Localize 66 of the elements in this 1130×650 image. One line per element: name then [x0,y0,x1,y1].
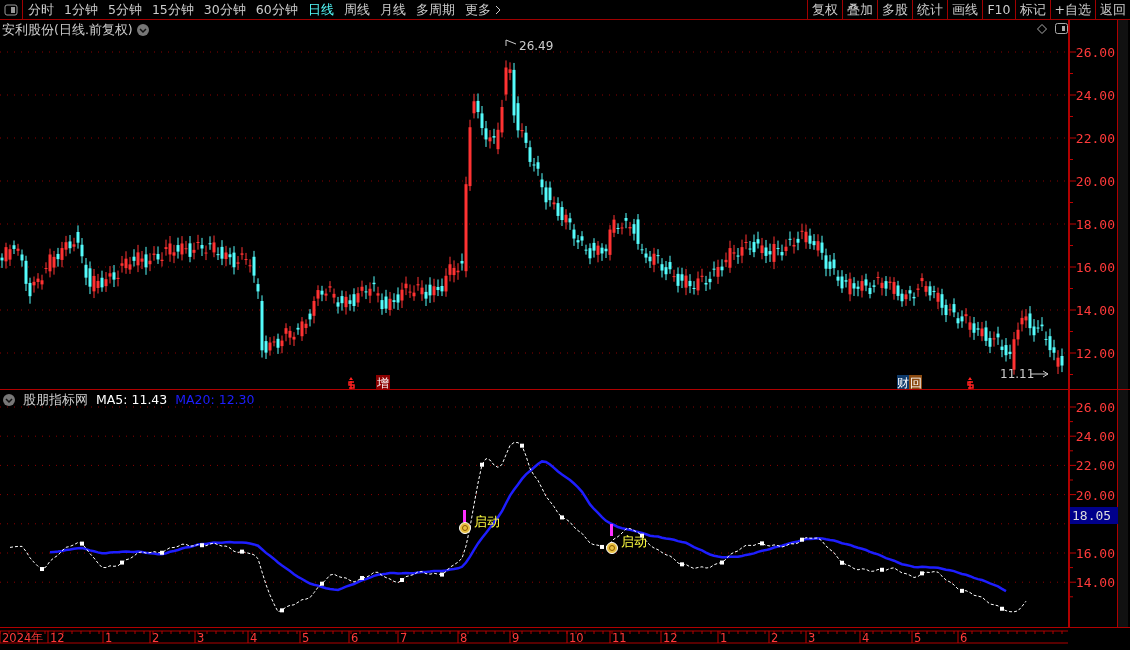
ma5-value: MA5: 11.43 [96,392,168,408]
date-axis-label: 7 [400,631,408,645]
period-tab[interactable]: 日线 [302,0,339,19]
date-axis-label: 4 [862,631,870,645]
price-axis-label: 20.00 [1075,487,1115,503]
chevron-icon[interactable] [494,4,501,15]
date-axis-label: 11 [612,631,627,645]
dropdown-icon[interactable] [136,24,149,36]
date-axis-label: 5 [914,631,922,645]
date-axis-label: 1 [720,631,728,645]
price-axis-label: 14.00 [1075,303,1115,318]
period-tab[interactable]: 60分钟 [250,0,303,19]
high-price-label: 26.49 [505,39,554,53]
date-axis-label: 9 [512,631,520,645]
date-axis-label: 1 [105,631,113,645]
date-axis-label: 4 [250,631,258,645]
date-axis-label: 10 [569,631,584,645]
sidebar-toggle-icon[interactable] [4,3,18,16]
price-axis-label: 14.00 [1075,575,1115,591]
price-axis-label: 22.00 [1075,131,1115,146]
price-axis-label: 26.00 [1075,45,1115,60]
date-axis-label: 8 [460,631,468,645]
period-tab[interactable]: 月线 [374,0,411,19]
date-axis-label: 2024年 [2,631,44,645]
indicator-name: 股朋指标网 [23,392,88,408]
price-axis-label: 12.00 [1075,346,1115,361]
date-axis-label: 12 [663,631,678,645]
date-axis-label: 6 [351,631,359,645]
date-axis-label: 6 [960,631,968,645]
price-axis-label: 26.00 [1075,400,1115,415]
chart-title: 安利股份(日线.前复权) [2,22,133,38]
period-tab[interactable]: 多周期 [410,0,460,19]
collapse-icon[interactable] [3,394,15,406]
diamond-icon[interactable] [1037,23,1047,34]
event-tag[interactable]: 增 [376,375,390,389]
date-axis-label: 2 [771,631,779,645]
period-tab[interactable]: 30分钟 [198,0,251,19]
current-value-label: 18.05 [1070,507,1118,524]
price-axis-label: 24.00 [1075,429,1115,445]
price-axis-label: 18.00 [1075,217,1115,232]
price-axis-label: 16.00 [1075,546,1115,561]
period-tab[interactable]: 15分钟 [146,0,199,19]
date-axis-label: 12 [50,631,65,645]
ma20-value: MA20: 12.30 [175,392,255,408]
date-axis-label: 5 [302,631,310,645]
period-tab[interactable]: 5分钟 [102,0,147,19]
price-axis-label: 24.00 [1075,88,1115,103]
date-axis-label: 3 [197,631,205,645]
dollar-icon[interactable] [348,377,355,389]
date-axis-label: 3 [808,631,816,645]
coin-icon [606,542,618,554]
signal-label: 启动 [621,534,647,549]
low-price-label: 11.11 [1000,367,1049,381]
period-tab[interactable]: 周线 [338,0,375,19]
price-axis-label: 22.00 [1075,458,1115,474]
panel-toggle-icon[interactable] [1055,23,1068,34]
dollar-icon[interactable] [967,377,974,389]
period-tab[interactable]: 1分钟 [59,0,103,19]
period-tab[interactable]: 分时 [23,0,59,19]
signal-bar [610,524,613,536]
signal-bar [463,510,466,522]
more-menu[interactable]: 更多 [459,0,506,19]
price-axis-label: 20.00 [1075,174,1115,189]
coin-icon [459,522,471,534]
price-axis-label: 16.00 [1075,260,1115,275]
date-axis-label: 2 [152,631,160,645]
